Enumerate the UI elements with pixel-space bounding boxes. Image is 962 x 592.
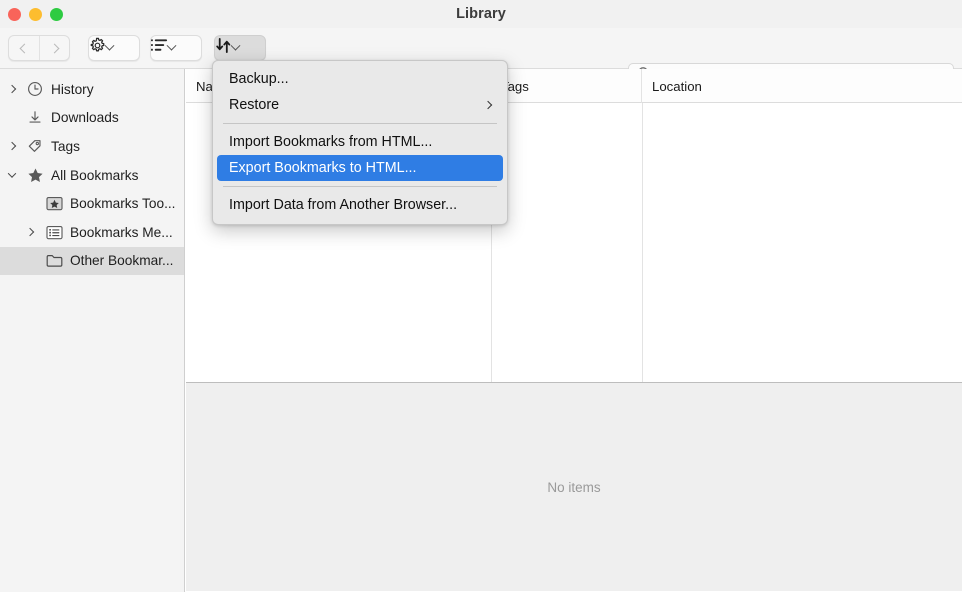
disclosure-triangle[interactable]	[4, 75, 20, 104]
sidebar: History Downloads Tags	[0, 69, 185, 592]
sidebar-item-all-bookmarks[interactable]: All Bookmarks	[0, 161, 184, 190]
forward-button[interactable]	[39, 36, 69, 60]
library-window: Library	[0, 0, 962, 592]
sidebar-item-label: Tags	[51, 139, 80, 154]
views-button[interactable]	[150, 35, 202, 61]
chevron-down-icon	[105, 40, 115, 50]
menu-item-import-data-from-another-browser[interactable]: Import Data from Another Browser...	[217, 192, 503, 218]
star-box-icon	[45, 195, 63, 213]
disclosure-triangle[interactable]	[22, 218, 38, 247]
sidebar-item-label: All Bookmarks	[51, 168, 138, 183]
sidebar-item-label: Bookmarks Me...	[70, 225, 173, 240]
clock-icon	[26, 80, 44, 98]
sidebar-item-bookmarks-menu[interactable]: Bookmarks Me...	[0, 218, 184, 247]
star-icon	[26, 166, 44, 184]
tag-icon	[26, 137, 44, 155]
folder-icon	[45, 252, 63, 270]
disclosure-triangle[interactable]	[4, 132, 20, 161]
menu-item-import-bookmarks-from-html[interactable]: Import Bookmarks from HTML...	[217, 129, 503, 155]
sidebar-item-label: History	[51, 82, 94, 97]
disclosure-triangle[interactable]	[4, 161, 20, 190]
menu-item-label: Restore	[229, 97, 279, 113]
bookmarks-menu-icon	[45, 223, 63, 241]
column-header-location[interactable]: Location	[642, 69, 962, 103]
list-view-icon	[151, 38, 168, 58]
organize-button[interactable]	[88, 35, 140, 61]
gear-icon	[89, 37, 106, 59]
navigation-button-group	[8, 35, 70, 61]
import-export-arrows-icon	[215, 37, 232, 59]
sidebar-item-tags[interactable]: Tags	[0, 132, 184, 161]
download-icon	[26, 109, 44, 127]
chevron-left-icon	[19, 43, 29, 53]
sidebar-item-history[interactable]: History	[0, 75, 184, 104]
sidebar-item-label: Bookmarks Too...	[70, 196, 176, 211]
menu-item-restore[interactable]: Restore	[217, 92, 503, 118]
chevron-right-icon	[50, 43, 60, 53]
column-divider[interactable]	[642, 103, 643, 382]
menu-separator	[223, 123, 497, 124]
column-header-tags[interactable]: Tags	[491, 69, 642, 103]
menu-separator	[223, 186, 497, 187]
chevron-down-icon	[167, 40, 177, 50]
window-title: Library	[0, 0, 962, 28]
import-export-menu: Backup... Restore Import Bookmarks from …	[212, 60, 508, 225]
empty-state-message: No items	[547, 480, 600, 495]
detail-pane: No items	[186, 383, 962, 591]
sidebar-item-downloads[interactable]: Downloads	[0, 104, 184, 133]
title-bar: Library	[0, 0, 962, 28]
chevron-right-icon	[484, 101, 492, 109]
chevron-down-icon	[231, 40, 241, 50]
import-export-button[interactable]	[214, 35, 266, 61]
back-button[interactable]	[9, 36, 39, 60]
sidebar-item-label: Downloads	[51, 110, 119, 125]
menu-item-backup[interactable]: Backup...	[217, 66, 503, 92]
sidebar-item-other-bookmarks[interactable]: Other Bookmar...	[0, 247, 184, 276]
sidebar-item-label: Other Bookmar...	[70, 253, 173, 268]
sidebar-item-bookmarks-toolbar[interactable]: Bookmarks Too...	[0, 189, 184, 218]
menu-item-export-bookmarks-to-html[interactable]: Export Bookmarks to HTML...	[217, 155, 503, 181]
